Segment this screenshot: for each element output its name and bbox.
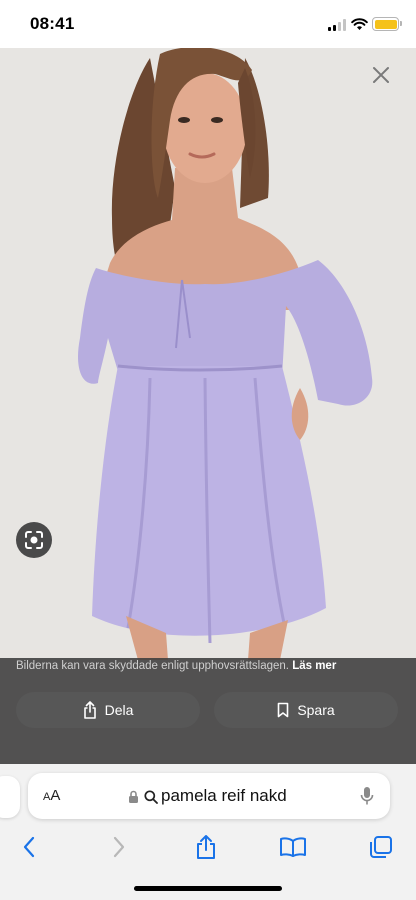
wifi-icon: [351, 18, 368, 30]
battery-icon: [372, 17, 399, 31]
image-viewer: Bilderna kan vara skyddade enligt upphov…: [0, 48, 416, 764]
cellular-signal-icon: [328, 19, 346, 31]
home-indicator[interactable]: [134, 886, 282, 891]
learn-more-link[interactable]: Läs mer: [292, 660, 336, 672]
copyright-notice: Bilderna kan vara skyddade enligt upphov…: [16, 660, 336, 672]
save-label: Spara: [297, 702, 335, 718]
close-icon[interactable]: [370, 64, 392, 86]
lens-icon: [25, 531, 43, 549]
share-icon: [83, 701, 96, 719]
chevron-right-icon: [113, 836, 125, 858]
status-time: 08:41: [30, 14, 75, 33]
forward-button[interactable]: [104, 832, 134, 862]
share-button[interactable]: Dela: [16, 692, 200, 728]
status-bar: 08:41: [0, 0, 416, 48]
reader-settings-button[interactable]: AA: [43, 787, 60, 804]
browser-toolbar: [0, 826, 416, 900]
back-button[interactable]: [14, 832, 44, 862]
share-label: Dela: [104, 702, 134, 718]
product-photo: [0, 48, 416, 660]
copyright-text: Bilderna kan vara skyddade enligt upphov…: [16, 660, 293, 672]
bookmarks-button[interactable]: [278, 832, 308, 862]
lens-search-button[interactable]: [16, 522, 52, 558]
address-bar[interactable]: AA pamela reif nakd: [28, 773, 390, 819]
book-icon: [280, 837, 306, 857]
url-text: pamela reif nakd: [161, 786, 287, 805]
share-page-button[interactable]: [191, 832, 221, 862]
tabs-button[interactable]: [366, 832, 396, 862]
microphone-icon[interactable]: [360, 786, 374, 806]
address-bar-area: AA pamela reif nakd: [0, 764, 416, 826]
bookmark-icon: [278, 702, 289, 718]
lock-icon: [129, 790, 138, 803]
save-button[interactable]: Spara: [214, 692, 398, 728]
chevron-left-icon: [23, 836, 35, 858]
share-icon: [197, 835, 215, 859]
tabs-icon: [370, 836, 392, 858]
search-icon: [144, 790, 158, 804]
previous-tab-preview[interactable]: [0, 776, 20, 818]
